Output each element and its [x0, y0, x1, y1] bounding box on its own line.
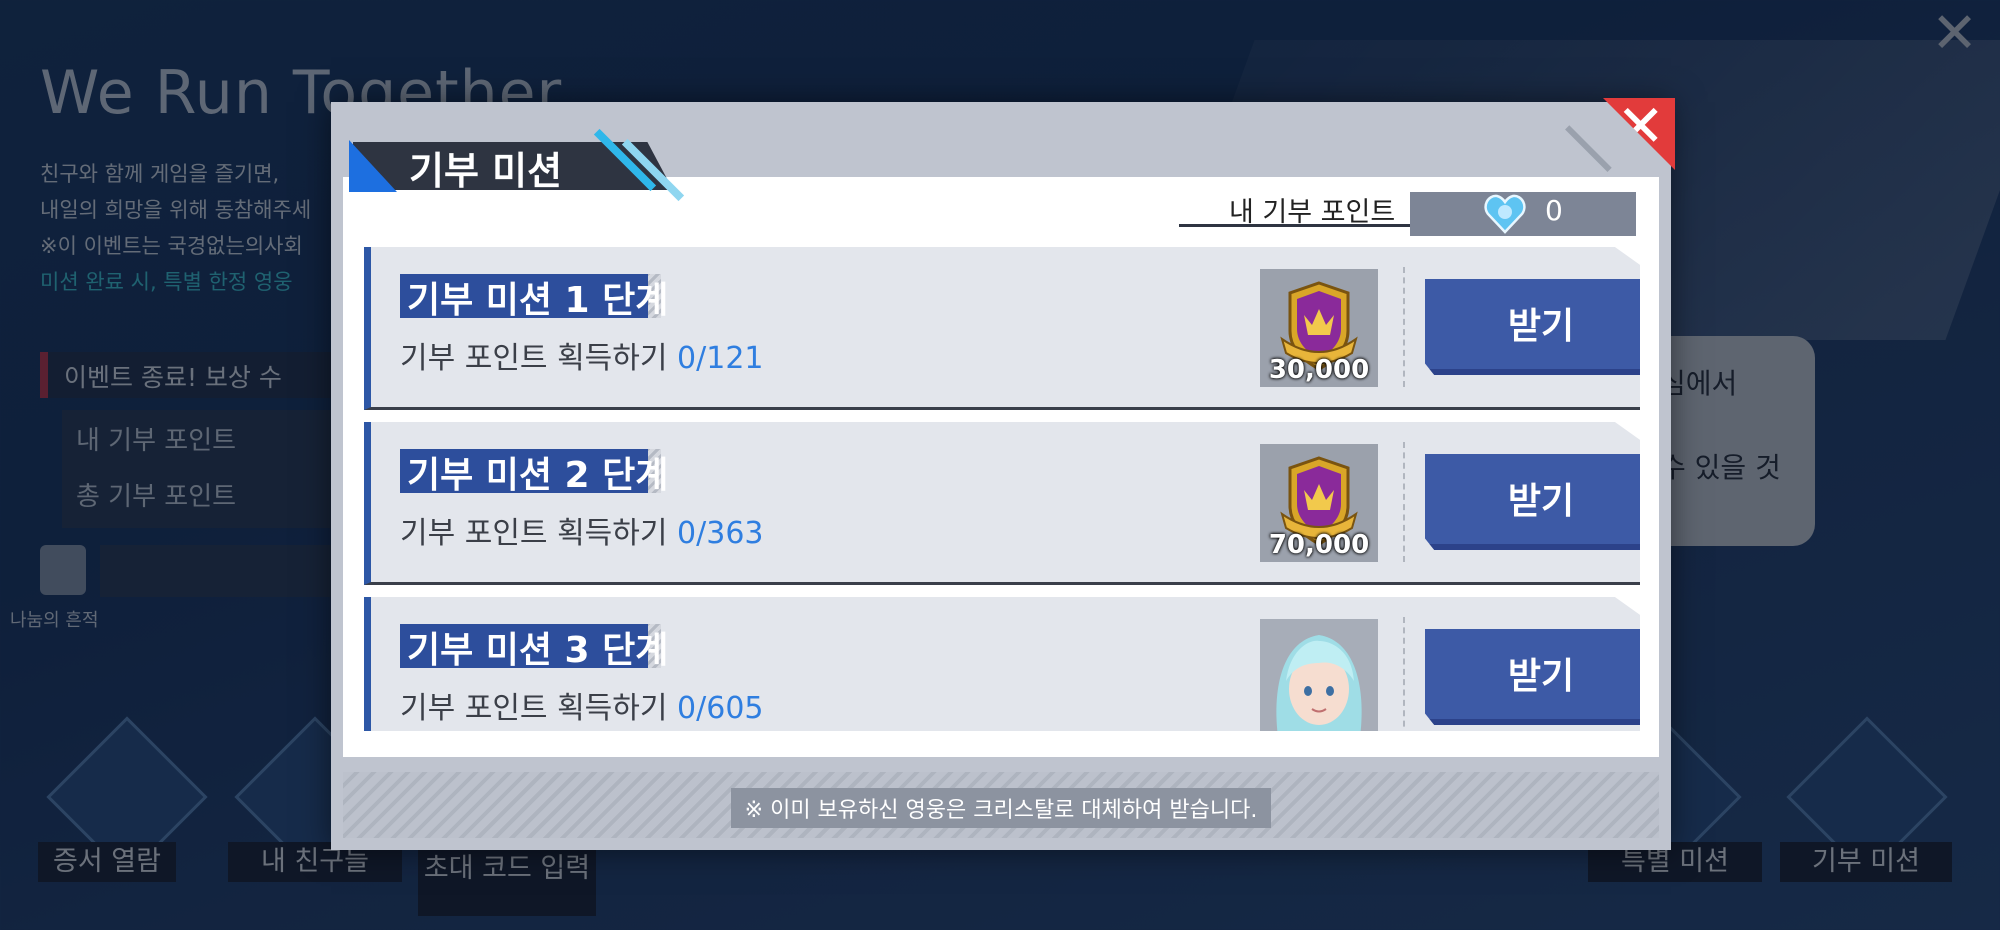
total-points-label: 총 기부 포인트: [76, 482, 237, 512]
event-desc-line: ※이 이벤트는 국경없는의사회: [40, 234, 303, 258]
list-icon[interactable]: [40, 545, 86, 595]
right-info-text: 수 있을 것: [1660, 451, 1781, 484]
footer-note: ※ 이미 보유하신 영웅은 크리스탈로 대체하여 받습니다.: [343, 788, 1659, 828]
mission-title: 기부 미션 2 단계: [407, 455, 669, 496]
mission-title: 기부 미션 1 단계: [407, 280, 669, 321]
dialog-footer: ※ 이미 보유하신 영웅은 크리스탈로 대체하여 받습니다.: [343, 772, 1659, 838]
mission-desc: 기부 포인트 획득하기 0/363: [400, 508, 764, 552]
reward-slot[interactable]: [1260, 619, 1378, 731]
sharing-label: 나눔의 흔적: [10, 610, 99, 631]
reward-slot[interactable]: 30,000: [1260, 269, 1378, 387]
donation-mission-dialog: 기부 미션 ✕ 내 기부 포인트 0 기부 미션 1 단계 기부 포인트 획득하…: [331, 98, 1675, 850]
mission-title: 기부 미션 3 단계: [407, 630, 669, 671]
heart-gem-icon: [1484, 194, 1526, 234]
mission-list[interactable]: 기부 미션 1 단계 기부 포인트 획득하기 0/121 30,000 받기 기…: [364, 247, 1640, 731]
claim-button[interactable]: 받기: [1425, 279, 1640, 375]
reward-quantity: 70,000: [1268, 530, 1370, 560]
mission-desc-text: 기부 포인트 획득하기: [400, 691, 668, 726]
event-desc-line: 내일의 희망을 위해 동참해주세: [40, 198, 312, 222]
claim-button[interactable]: 받기: [1425, 454, 1640, 550]
mission-progress: 0/121: [677, 341, 764, 376]
mission-row-1: 기부 미션 1 단계 기부 포인트 획득하기 0/121 30,000 받기: [364, 247, 1640, 410]
invite-code-button[interactable]: 초대 코드 입력: [418, 850, 596, 916]
mission-desc-text: 기부 포인트 획득하기: [400, 341, 668, 376]
mission-desc: 기부 포인트 획득하기 0/121: [400, 333, 764, 377]
view-certificate-button[interactable]: 증서 열람: [38, 842, 176, 882]
reward-slot[interactable]: 70,000: [1260, 444, 1378, 562]
donation-mission-button[interactable]: 기부 미션: [1780, 842, 1952, 882]
row-divider: [1403, 442, 1405, 562]
claim-button[interactable]: 받기: [1425, 629, 1640, 725]
footer-note-text: ※ 이미 보유하신 영웅은 크리스탈로 대체하여 받습니다.: [730, 788, 1272, 828]
row-divider: [1403, 617, 1405, 731]
dialog-title: 기부 미션: [409, 149, 563, 193]
event-desc-line: 친구와 함께 게임을 즐기면,: [40, 162, 280, 186]
mission-desc: 기부 포인트 획득하기 0/605: [400, 683, 764, 727]
mission-row-3: 기부 미션 3 단계 기부 포인트 획득하기 0/605 받기: [364, 597, 1640, 731]
hero-portrait-icon: [1260, 619, 1378, 731]
mission-progress: 0/363: [677, 516, 764, 551]
mission-desc-text: 기부 포인트 획득하기: [400, 516, 668, 551]
mission-progress: 0/605: [677, 691, 764, 726]
mission-row-2: 기부 미션 2 단계 기부 포인트 획득하기 0/363 70,000 받기: [364, 422, 1640, 585]
points-value: 0: [1545, 194, 1563, 227]
event-desc-line: 미션 완료 시, 특별 한정 영웅: [40, 270, 293, 294]
my-points-label: 내 기부 포인트: [76, 426, 237, 456]
my-points-label: 내 기부 포인트: [1229, 197, 1396, 228]
event-end-label: 이벤트 종료! 보상 수: [64, 363, 282, 392]
row-divider: [1403, 267, 1405, 387]
right-info-text: 심에서: [1660, 367, 1738, 400]
close-icon[interactable]: ✕: [1931, 6, 1978, 62]
sharing-bar: [100, 545, 340, 597]
reward-quantity: 30,000: [1268, 355, 1370, 385]
